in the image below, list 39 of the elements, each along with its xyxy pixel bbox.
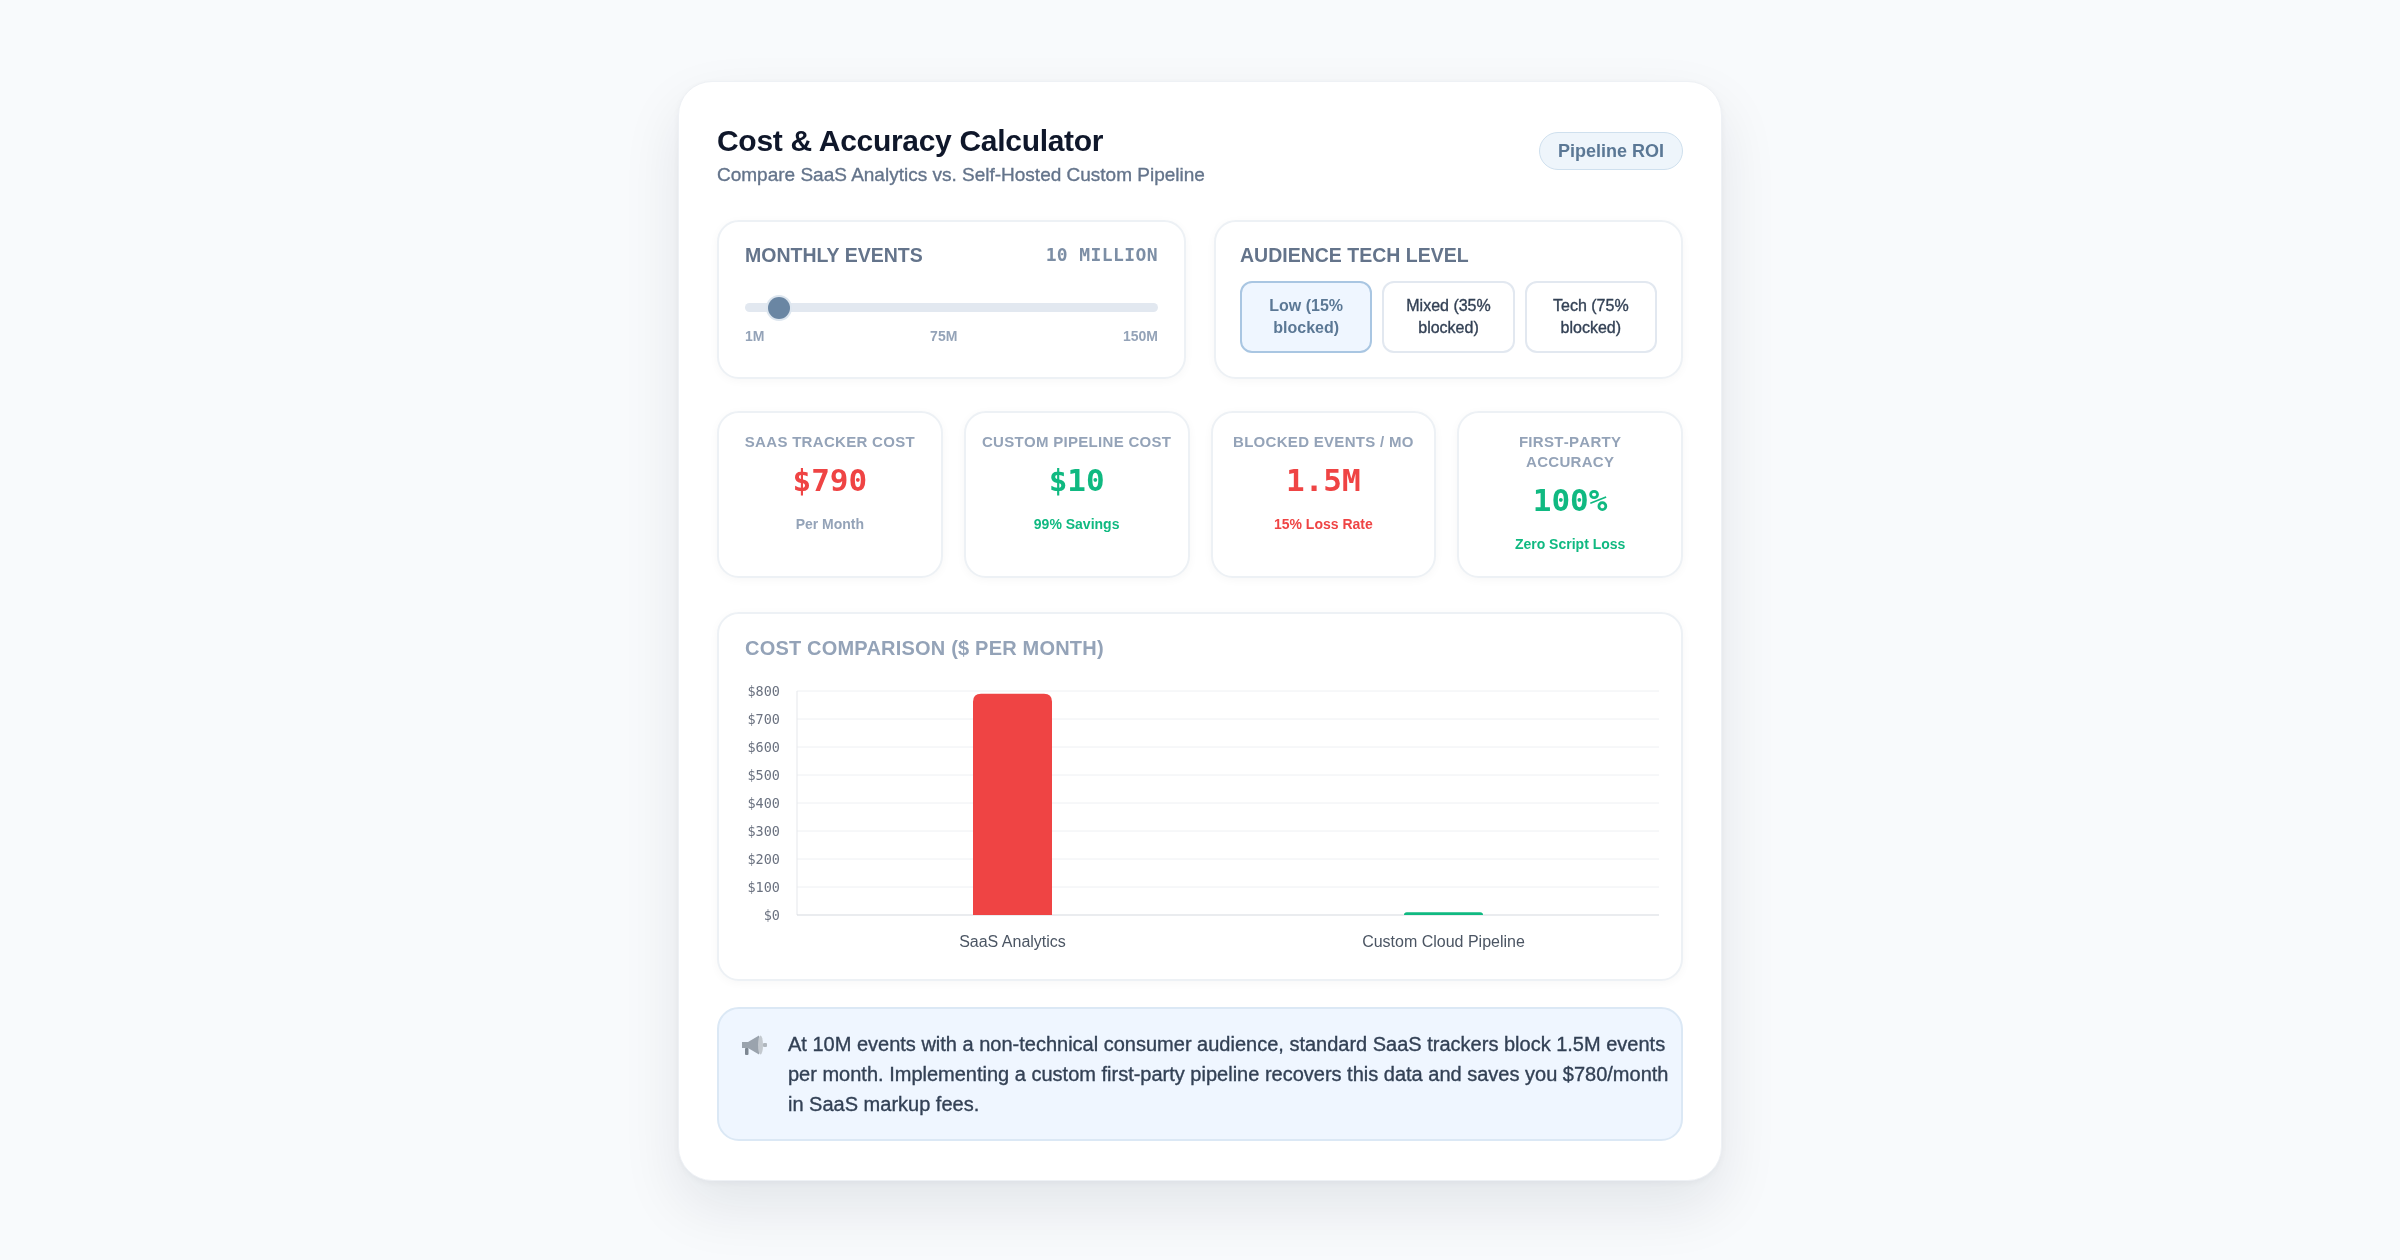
slider-thumb[interactable]: [768, 296, 791, 319]
chart-title: COST COMPARISON ($ PER MONTH): [745, 636, 1105, 660]
metric-label: BLOCKED EVENTS / MO: [1232, 432, 1415, 452]
metric-note: Zero Script Loss: [1513, 535, 1627, 554]
metric-note: 15% Loss Rate: [1272, 515, 1374, 534]
y-axis-label: $500: [747, 766, 780, 783]
audience-option-button[interactable]: Tech (75% blocked): [1524, 281, 1657, 353]
y-axis-label: $400: [747, 794, 780, 811]
y-axis-label: $800: [747, 682, 780, 699]
audience-option-button[interactable]: Low (15% blocked): [1240, 281, 1373, 353]
slider-tick-label: 75M: [930, 328, 958, 344]
slider-label: MONTHLY EVENTS: [745, 243, 923, 267]
calculator-title: Cost & Accuracy Calculator: [717, 123, 1105, 159]
slider-tick-label: 1M: [745, 328, 765, 344]
x-axis-label: SaaS Analytics: [959, 933, 1066, 950]
metric-value: 100%: [1531, 482, 1609, 518]
metric-value: 1.5M: [1285, 462, 1362, 498]
metric-label: CUSTOM PIPELINE COST: [980, 432, 1173, 452]
metric-label: SAAS TRACKER COST: [743, 432, 916, 452]
slider-value: 10 MILLION: [1045, 243, 1158, 267]
audience-option-button[interactable]: Mixed (35% blocked): [1382, 281, 1515, 353]
y-axis-label: $0: [763, 906, 780, 923]
metric-value: $790: [791, 462, 869, 498]
y-axis-label: $300: [747, 822, 780, 839]
metric-note: Per Month: [794, 515, 866, 534]
header-badge: Pipeline ROI: [1538, 132, 1683, 170]
megaphone-icon: [741, 1034, 767, 1056]
slider-tick-label: 150M: [1122, 328, 1158, 344]
y-axis-label: $100: [747, 878, 780, 895]
y-axis-label: $200: [747, 850, 780, 867]
x-axis-label: Custom Cloud Pipeline: [1362, 933, 1525, 950]
y-axis-label: $700: [747, 710, 780, 727]
metric-note: 99% Savings: [1032, 515, 1121, 534]
insight-text: At 10M events with a non-technical consumer audience, standard SaaS trackers block 1.5M events per month. Implementing a custom first-party pipeline recovers this data and saves you $780/month in SaaS markup fees.: [788, 1032, 1670, 1117]
y-axis-label: $600: [747, 738, 780, 755]
section-label: AUDIENCE TECH LEVEL: [1240, 243, 1470, 267]
metric-value: $10: [1047, 462, 1106, 498]
calculator-subtitle: Compare SaaS Analytics vs. Self-Hosted Custom Pipeline: [717, 163, 1205, 187]
metric-label: FIRST-PARTY ACCURACY: [1517, 432, 1623, 472]
